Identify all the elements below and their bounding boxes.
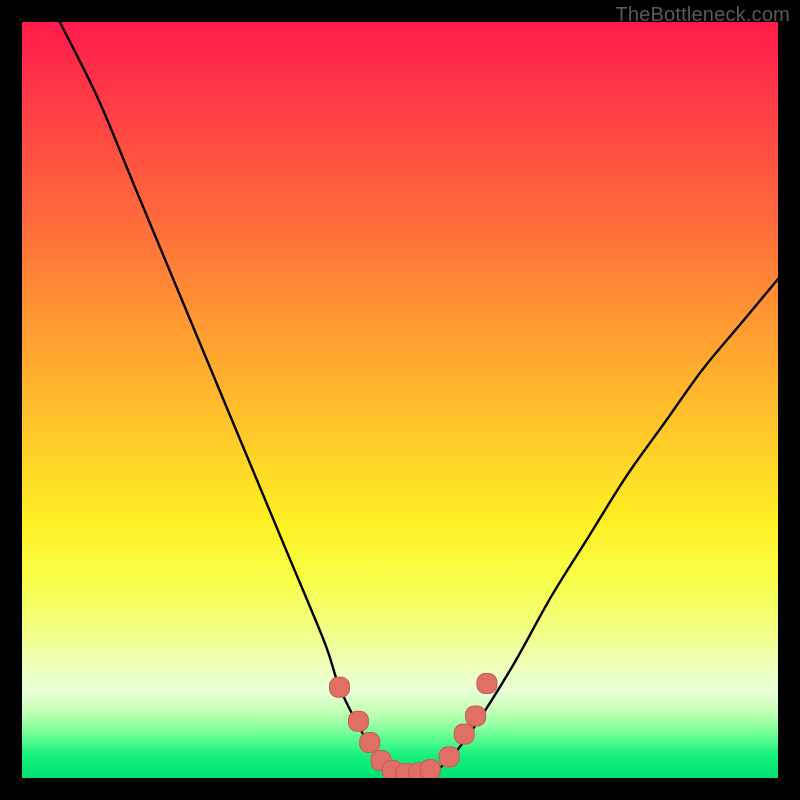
watermark-text: TheBottleneck.com (615, 4, 790, 27)
chart-frame: TheBottleneck.com (0, 0, 800, 800)
bottleneck-curve-svg (22, 22, 778, 778)
curve-marker (466, 706, 486, 726)
curve-marker (477, 674, 497, 694)
curve-marker (454, 724, 474, 744)
curve-marker (330, 677, 350, 697)
curve-marker (420, 760, 440, 778)
bottleneck-curve (60, 22, 778, 774)
plot-area (22, 22, 778, 778)
curve-marker (360, 732, 380, 752)
curve-marker (439, 747, 459, 767)
curve-marker (348, 711, 368, 731)
